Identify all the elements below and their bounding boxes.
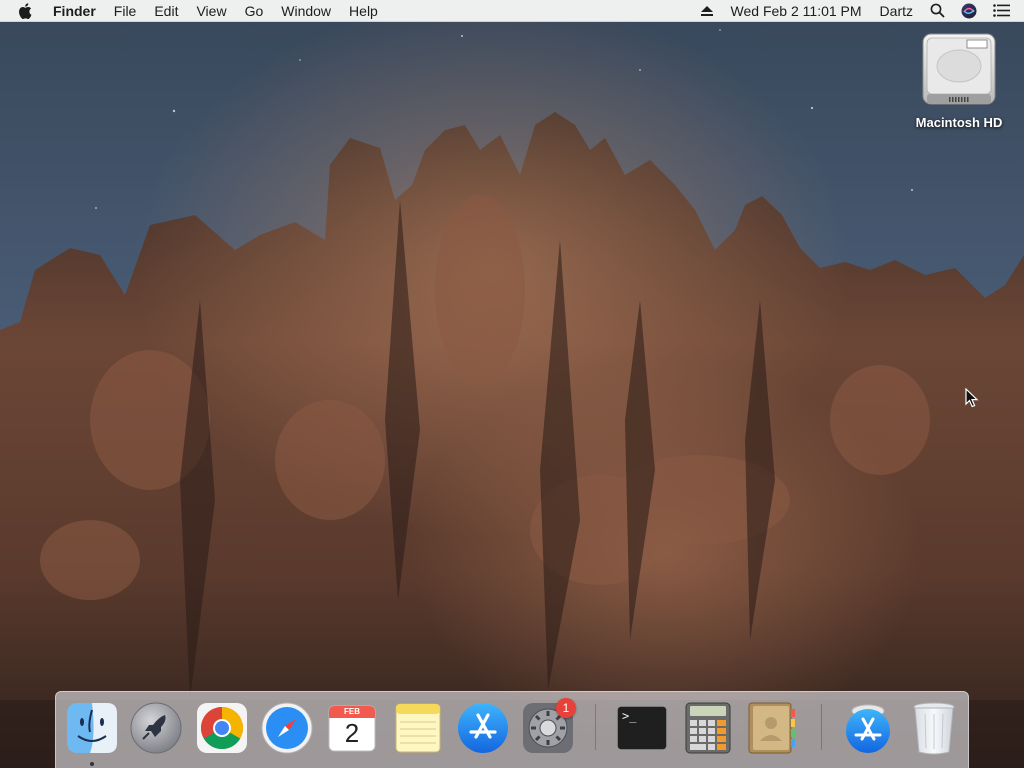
app-store-download-icon: [841, 701, 895, 755]
calendar-icon: FEB 2: [327, 703, 377, 753]
siri-icon[interactable]: [953, 0, 985, 22]
dock-app-downloads[interactable]: [840, 700, 896, 756]
dock-app-calculator[interactable]: [680, 700, 736, 756]
dock: FEB 2 1 >_: [55, 691, 969, 768]
contacts-icon: [747, 701, 797, 755]
notes-icon: [394, 702, 442, 754]
notification-center-icon[interactable]: [985, 0, 1024, 22]
finder-icon: [66, 702, 118, 754]
menu-edit[interactable]: Edit: [145, 0, 187, 22]
calendar-day: 2: [344, 718, 360, 748]
menu-clock[interactable]: Wed Feb 2 11:01 PM: [722, 0, 871, 22]
calendar-month: FEB: [344, 707, 360, 716]
dock-app-launchpad[interactable]: [128, 700, 184, 756]
eject-icon[interactable]: [692, 0, 722, 22]
menu-file[interactable]: File: [105, 0, 146, 22]
dock-app-terminal[interactable]: >_: [614, 700, 670, 756]
desktop-icon-macintosh-hd[interactable]: Macintosh HD: [904, 30, 1014, 130]
app-name-menu[interactable]: Finder: [44, 0, 105, 22]
menu-view[interactable]: View: [187, 0, 235, 22]
chrome-icon: [197, 703, 247, 753]
hard-drive-icon: [921, 30, 997, 113]
dock-app-finder[interactable]: [64, 700, 120, 756]
dock-app-contacts[interactable]: [744, 700, 800, 756]
running-indicator: [90, 762, 94, 766]
spotlight-search-icon[interactable]: [922, 0, 953, 22]
menu-user[interactable]: Dartz: [871, 0, 922, 22]
dock-app-calendar[interactable]: FEB 2: [324, 700, 380, 756]
launchpad-icon: [129, 701, 183, 755]
menu-window[interactable]: Window: [272, 0, 340, 22]
dock-app-app-store[interactable]: [455, 700, 511, 756]
trash-icon: [911, 700, 957, 756]
desktop-icon-label: Macintosh HD: [915, 115, 1003, 130]
dock-app-safari[interactable]: [259, 700, 315, 756]
terminal-icon: >_: [616, 705, 668, 751]
menu-go[interactable]: Go: [236, 0, 273, 22]
dock-app-trash[interactable]: [906, 700, 962, 756]
calculator-icon: [684, 701, 732, 755]
menu-help[interactable]: Help: [340, 0, 387, 22]
dock-app-system-preferences[interactable]: 1: [520, 698, 576, 756]
notification-badge: 1: [556, 698, 576, 718]
apple-menu-icon[interactable]: [0, 2, 44, 19]
dock-app-notes[interactable]: [390, 700, 446, 756]
menu-bar: Finder File Edit View Go Window Help Wed…: [0, 0, 1024, 22]
safari-icon: [260, 701, 314, 755]
dock-separator: [821, 704, 822, 750]
dock-separator: [595, 704, 596, 750]
app-store-icon: [456, 701, 510, 755]
mouse-pointer-icon: [965, 387, 979, 413]
desktop-wallpaper: [0, 0, 1024, 768]
terminal-prompt: >_: [622, 709, 637, 723]
dock-app-chrome[interactable]: [194, 700, 250, 756]
system-preferences-icon: 1: [522, 698, 576, 754]
